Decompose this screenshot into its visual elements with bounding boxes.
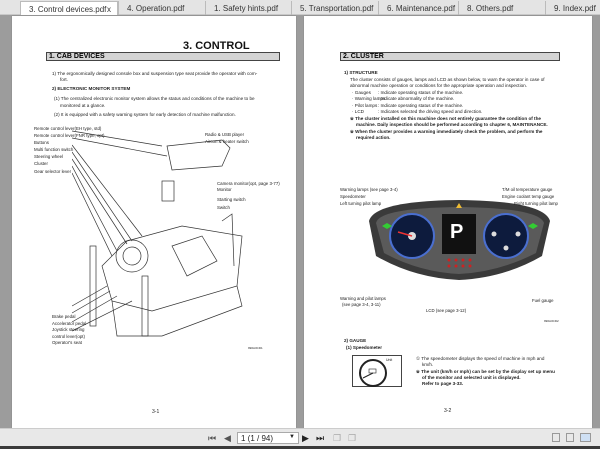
callout: Monitor xyxy=(217,187,232,192)
callout: LCD (see page 3-12) xyxy=(426,308,467,313)
navigation-toolbar: ⏮ ◀ 1 (1 / 94) ▼ ▶ ⏭ ❐ ❐ xyxy=(0,428,600,446)
section-header: 1. CAB DEVICES xyxy=(46,52,280,61)
definition: : Indicates selected the driving speed a… xyxy=(378,109,483,115)
callout: Gear selector lever xyxy=(34,168,72,174)
callout: Starting switch xyxy=(217,197,246,202)
callout: Engine coolant temp gauge xyxy=(502,194,555,199)
tab-label: 3. Control devices.pdf xyxy=(29,5,107,14)
figure-code: 990A3CD1 xyxy=(248,346,263,350)
note: Refer to page 3-33. xyxy=(422,381,464,386)
tab-overflow[interactable] xyxy=(0,1,20,15)
close-icon[interactable]: x xyxy=(107,5,111,14)
page-selector[interactable]: 1 (1 / 94) ▼ xyxy=(237,432,299,444)
tab-label: 9. Index.pdf xyxy=(554,4,596,13)
left-callouts: Remote control lever(EH type, std) Remote… xyxy=(34,125,105,175)
cluster-image: P xyxy=(369,200,550,280)
note: required action. xyxy=(356,135,391,140)
single-page-view-icon[interactable] xyxy=(552,433,560,442)
section-header: 2. CLUSTER xyxy=(340,52,560,61)
tab-bar: 3. Control devices.pdf x 4. Operation.pdf… xyxy=(0,0,600,15)
tab-label: 4. Operation.pdf xyxy=(127,4,185,13)
paragraph: (2) It is equipped with a safety warning… xyxy=(54,112,236,117)
subheading: (1) Speedometer xyxy=(346,345,382,350)
callout: (see page 3-4, 3-11) xyxy=(342,302,381,307)
prev-page-icon[interactable]: ◀ xyxy=(224,433,231,444)
bottom-callouts: Brake pedal Accelerator pedal Joystick ste… xyxy=(52,314,86,347)
unit-label: Unit xyxy=(386,358,393,362)
page-number: 3-1 xyxy=(152,409,160,415)
figure-code: 990A3CD2 xyxy=(544,319,559,323)
tab-operation[interactable]: 4. Operation.pdf xyxy=(118,1,205,15)
callout: Radio & USB player xyxy=(205,132,245,137)
subheading: 1) STRUCTURE xyxy=(344,70,378,75)
tab-label: 1. Safety hints.pdf xyxy=(214,4,279,13)
tab-transportation[interactable]: 5. Transportation.pdf xyxy=(291,1,378,15)
paragraph: abnormal machine operation or conditions… xyxy=(350,83,527,88)
continuous-view-icon[interactable] xyxy=(566,433,574,442)
callout: Right turning pilot lamp xyxy=(514,201,558,206)
first-page-icon[interactable]: ⏮ xyxy=(208,433,216,444)
callout: Aircon & heater switch xyxy=(205,139,249,144)
definition: : Indicate operating status of the machi… xyxy=(378,90,464,95)
subheading: 2) ELECTRONIC MONITOR SYSTEM xyxy=(52,86,131,91)
page-number: 3-2 xyxy=(444,408,452,414)
tab-label: 5. Transportation.pdf xyxy=(300,4,374,13)
lcd-gear-letter: P xyxy=(450,221,463,243)
paragraph: ① The speedometer displays the speed of … xyxy=(416,356,545,361)
two-page-view-icon[interactable] xyxy=(580,433,591,442)
paragraph: (1) The centralized electronic monitor s… xyxy=(54,96,255,101)
callout: Cluster xyxy=(34,161,48,167)
tab-safety-hints[interactable]: 1. Safety hints.pdf xyxy=(205,1,291,15)
callout: Steering wheel xyxy=(34,154,64,160)
subheading: 2) GAUGE xyxy=(344,338,367,343)
tab-maintenance[interactable]: 6. Maintenance.pdf xyxy=(378,1,458,15)
callout: Warning and pilot lamps xyxy=(340,296,386,301)
definition: : Indicate abnormality of the machine. xyxy=(378,96,455,102)
definition: : Indicate operating status of the machi… xyxy=(378,102,464,108)
callout: Operator's seat xyxy=(52,340,82,345)
callout: Remote control lever(FNR type, opt) xyxy=(34,133,105,139)
callout: T/M oil temperature gauge xyxy=(502,187,553,192)
paragraph: monitored at a glance. xyxy=(60,103,106,108)
pdf-page-right: 2. CLUSTER 1) STRUCTURE The cluster cons… xyxy=(304,16,592,428)
pdf-page-left: 3. CONTROL DEVICES 1. CAB DEVICES 1) The… xyxy=(12,16,296,428)
next-page-icon[interactable]: ▶ xyxy=(302,433,309,444)
copy-icon[interactable]: ❐ xyxy=(333,433,341,444)
term: · LCD xyxy=(352,109,364,115)
paragraph: 1) The ergonomically designed console bo… xyxy=(52,71,258,76)
callout: Joystick steering xyxy=(52,327,85,332)
speedometer-figure: Unit xyxy=(352,355,402,387)
callout: Remote control lever(EH type, std) xyxy=(34,126,102,131)
page-selector-value: 1 (1 / 94) xyxy=(241,434,274,443)
callout: Buttons xyxy=(34,140,49,146)
definition-list: · Gauges: Indicate operating status of t… xyxy=(352,90,482,116)
callout: Left turning pilot lamp xyxy=(340,201,382,206)
callout: Fuel gauge xyxy=(532,298,554,303)
tab-label: 8. Others.pdf xyxy=(467,4,514,13)
tab-control-devices[interactable]: 3. Control devices.pdf x xyxy=(20,1,118,15)
paragraph: fort. xyxy=(60,77,68,82)
last-page-icon[interactable]: ⏭ xyxy=(316,433,324,444)
copy-page-icon[interactable]: ❐ xyxy=(348,433,356,444)
tab-label: 6. Maintenance.pdf xyxy=(387,4,456,13)
tab-index[interactable]: 9. Index.pdf xyxy=(545,1,600,15)
chevron-down-icon: ▼ xyxy=(289,434,295,440)
callout: Switch xyxy=(217,205,230,210)
tab-others[interactable]: 8. Others.pdf xyxy=(458,1,545,15)
note: machine. Daily inspection should be perf… xyxy=(356,122,548,127)
callout: Speedometer xyxy=(340,194,366,199)
callout: Warning lamps (see page 3-4) xyxy=(340,187,398,192)
paragraph: km/h. xyxy=(422,362,434,367)
callout: Multi function switch xyxy=(34,147,74,153)
